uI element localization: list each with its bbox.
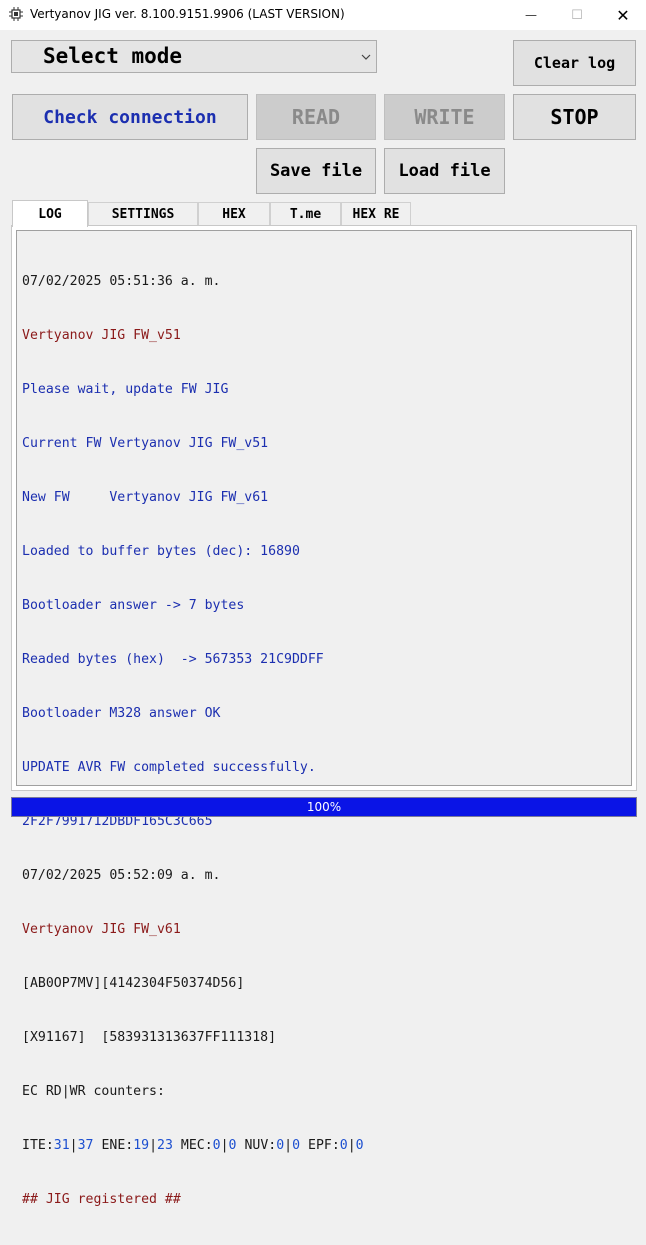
read-button[interactable]: READ bbox=[256, 94, 376, 140]
log-line: Vertyanov JIG FW_v51 bbox=[22, 328, 181, 343]
separator: | bbox=[220, 1138, 229, 1153]
log-line: EC RD|WR counters: bbox=[22, 1084, 165, 1099]
close-button[interactable]: ✕ bbox=[600, 0, 646, 30]
tab-tme[interactable]: T.me bbox=[270, 202, 341, 226]
log-lines: 07/02/2025 05:51:36 a. m. Vertyanov JIG … bbox=[22, 237, 364, 1245]
tab-hex-re[interactable]: HEX RE bbox=[341, 202, 411, 226]
minimize-icon: — bbox=[525, 8, 537, 22]
mode-select[interactable]: Select mode bbox=[11, 40, 377, 73]
separator: | bbox=[284, 1138, 293, 1153]
log-line: Readed bytes (hex) -> 567353 21C9DDFF bbox=[22, 652, 324, 667]
chevron-down-icon bbox=[360, 50, 372, 62]
nuv-write-count: 0 bbox=[292, 1138, 301, 1153]
load-file-button[interactable]: Load file bbox=[384, 148, 505, 194]
mec-label: MEC: bbox=[172, 1138, 213, 1153]
epf-write-count: 0 bbox=[355, 1138, 364, 1153]
maximize-button[interactable]: ☐ bbox=[554, 0, 600, 30]
epf-read-count: 0 bbox=[339, 1138, 348, 1153]
separator: | bbox=[347, 1138, 356, 1153]
log-line: UPDATE AVR FW completed successfully. bbox=[22, 760, 316, 775]
window-title: Vertyanov JIG ver. 8.100.9151.9906 (LAST… bbox=[30, 7, 345, 21]
log-textbox[interactable]: 07/02/2025 05:51:36 a. m. Vertyanov JIG … bbox=[16, 230, 632, 1207]
log-panel: 07/02/2025 05:51:36 a. m. Vertyanov JIG … bbox=[11, 225, 637, 1207]
mec-read-count: 0 bbox=[212, 1138, 221, 1153]
tab-hex[interactable]: HEX bbox=[198, 202, 270, 226]
log-line: 07/02/2025 05:52:09 a. m. bbox=[22, 868, 221, 883]
ite-label: ITE: bbox=[22, 1138, 54, 1153]
chip-icon bbox=[8, 6, 24, 22]
maximize-icon: ☐ bbox=[571, 7, 583, 23]
registered-line: ## JIG registered ## bbox=[22, 1192, 181, 1207]
log-line: Please wait, update FW JIG bbox=[22, 382, 229, 397]
stop-button[interactable]: STOP bbox=[513, 94, 636, 140]
log-line: Bootloader M328 answer OK bbox=[22, 706, 221, 721]
log-line: Bootloader answer -> 7 bytes bbox=[22, 598, 245, 613]
save-file-button[interactable]: Save file bbox=[256, 148, 376, 194]
write-button[interactable]: WRITE bbox=[384, 94, 505, 140]
epf-label: EPF: bbox=[300, 1138, 340, 1153]
log-line: [AB0OP7MV][4142304F50374D56] bbox=[22, 976, 245, 991]
mec-write-count: 0 bbox=[228, 1138, 237, 1153]
log-line: Vertyanov JIG FW_v61 bbox=[22, 922, 181, 937]
progress-label: 100% bbox=[306, 800, 342, 814]
ite-read-count: 31 bbox=[53, 1138, 70, 1153]
mode-select-value: Select mode bbox=[43, 44, 183, 68]
nuv-label: NUV: bbox=[236, 1138, 277, 1153]
log-line: New FW Vertyanov JIG FW_v61 bbox=[22, 490, 269, 505]
title-bar: Vertyanov JIG ver. 8.100.9151.9906 (LAST… bbox=[0, 0, 646, 30]
separator: | bbox=[149, 1138, 158, 1153]
log-line: 07/02/2025 05:51:36 a. m. bbox=[22, 274, 221, 289]
ite-write-count: 37 bbox=[77, 1138, 94, 1153]
log-line: [X91167] [583931313637FF111318] bbox=[22, 1030, 277, 1045]
nuv-read-count: 0 bbox=[276, 1138, 285, 1153]
close-icon: ✕ bbox=[616, 5, 630, 25]
clear-log-button[interactable]: Clear log bbox=[513, 40, 636, 86]
ene-label: ENE: bbox=[93, 1138, 134, 1153]
tab-settings[interactable]: SETTINGS bbox=[88, 202, 198, 226]
progress-bar: 100% bbox=[11, 797, 637, 817]
counters-line: ITE:31|37 ENE:19|23 MEC:0|0 NUV:0|0 EPF:… bbox=[22, 1137, 364, 1155]
log-line: Loaded to buffer bytes (dec): 16890 bbox=[22, 544, 300, 559]
minimize-button[interactable]: — bbox=[508, 0, 554, 30]
ene-write-count: 23 bbox=[157, 1138, 173, 1153]
ene-read-count: 19 bbox=[133, 1138, 150, 1153]
log-line: Current FW Vertyanov JIG FW_v51 bbox=[22, 436, 269, 451]
check-connection-button[interactable]: Check connection bbox=[12, 94, 248, 140]
tab-log[interactable]: LOG bbox=[12, 200, 88, 227]
separator: | bbox=[69, 1138, 78, 1153]
